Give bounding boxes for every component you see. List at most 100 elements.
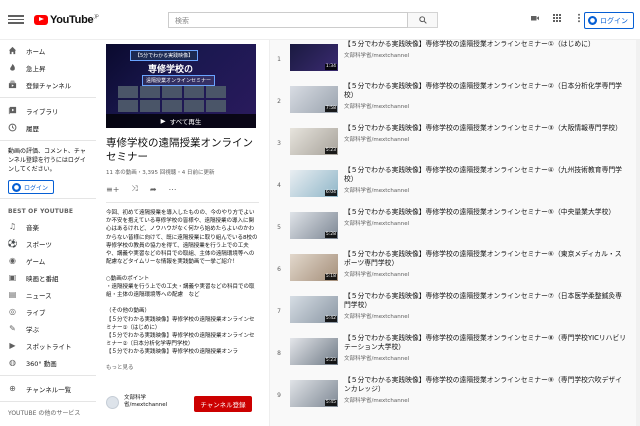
home-icon <box>8 46 17 55</box>
video-duration: 5:28 <box>324 232 337 238</box>
scrollbar[interactable] <box>636 40 640 426</box>
playlist-video-row[interactable]: 6 5:18 【５分でわかる実践映像】専修学校の遠隔授業オンラインセミナー⑥（東… <box>272 250 640 292</box>
thumbnail-badge: 【5分でわかる実践映像】 <box>130 50 199 61</box>
subscribe-button[interactable]: チャンネル登録 <box>194 396 252 412</box>
video-camera-icon[interactable] <box>530 13 540 23</box>
playlist-description: 今回、初めて遠隔授業を導入したものの、今のやり方でよいか不安を抱えている専修学校… <box>106 210 258 356</box>
sidebar-item-library[interactable]: ライブラリ <box>0 102 96 119</box>
video-thumbnail[interactable]: 5:42 <box>290 296 338 323</box>
sidebar-item-channels[interactable]: ⊕ チャンネル一覧 <box>0 380 96 397</box>
video-channel[interactable]: 文部科学省/mextchannel <box>344 354 628 362</box>
sidebar-item-subscriptions[interactable]: 登録チャンネル <box>0 76 96 93</box>
video-duration: 5:18 <box>324 274 337 280</box>
share-icon[interactable]: ➦ <box>150 185 157 194</box>
video-title[interactable]: 【５分でわかる実践映像】専修学校の遠隔授業オンラインセミナー③（大阪情報専門学校… <box>344 124 628 133</box>
video-title[interactable]: 【５分でわかる実践映像】専修学校の遠隔授業オンラインセミナー①（はじめに） <box>344 40 628 49</box>
video-index: 2 <box>277 98 281 105</box>
video-title[interactable]: 【５分でわかる実践映像】専修学校の遠隔授業オンラインセミナー⑧（専門学校YICリ… <box>344 334 628 352</box>
channel-avatar <box>106 395 119 409</box>
sidebar-item-label: ホーム <box>26 47 46 56</box>
sidebar-divider <box>0 140 96 141</box>
youtube-logo[interactable]: YouTubeJP <box>34 14 99 26</box>
playlist-stats: 11 本の動画・3,395 回視聴・4 日前に更新 <box>106 170 215 176</box>
sidebar-divider <box>0 97 96 98</box>
video-channel[interactable]: 文部科学省/mextchannel <box>344 270 628 278</box>
video-duration: 5:23 <box>324 148 337 154</box>
sidebar-item-movies[interactable]: ▣ 映画と番組 <box>0 269 96 286</box>
video-thumbnail[interactable]: 5:45 <box>290 380 338 407</box>
video-channel[interactable]: 文部科学省/mextchannel <box>344 186 628 194</box>
video-title[interactable]: 【５分でわかる実践映像】専修学校の遠隔授業オンラインセミナー⑥（東京メディカル・… <box>344 250 628 268</box>
video-thumbnail[interactable]: 5:23 <box>290 338 338 365</box>
sidebar-item-360[interactable]: ◍ 360° 動画 <box>0 354 96 371</box>
360-icon: ◍ <box>9 358 16 367</box>
news-icon: ▤ <box>8 290 17 299</box>
sidebar-item-live[interactable]: ◎ ライブ <box>0 303 96 320</box>
video-index: 9 <box>277 392 281 399</box>
playlist-video-row[interactable]: 4 6:04 【５分でわかる実践映像】専修学校の遠隔授業オンラインセミナー④（九… <box>272 166 640 208</box>
play-icon: ▶ <box>160 117 166 125</box>
video-thumbnail[interactable]: 5:23 <box>290 128 338 155</box>
sidebar-item-home[interactable]: ホーム <box>0 42 96 59</box>
video-channel[interactable]: 文部科学省/mextchannel <box>344 396 628 404</box>
play-all-button[interactable]: ▶ すべて再生 <box>106 114 256 128</box>
video-index: 8 <box>277 350 281 357</box>
video-title[interactable]: 【５分でわかる実践映像】専修学校の遠隔授業オンラインセミナー⑤（中央量業大学校） <box>344 208 628 217</box>
sidebar-item-history[interactable]: 履歴 <box>0 119 96 136</box>
show-more-link[interactable]: もっと見る <box>106 363 259 371</box>
playlist-video-row[interactable]: 8 5:23 【５分でわかる実践映像】専修学校の遠隔授業オンラインセミナー⑧（専… <box>272 334 640 376</box>
video-duration: 6:04 <box>324 190 337 196</box>
sidebar-item-gaming[interactable]: ◉ ゲーム <box>0 252 96 269</box>
login-label: ログイン <box>600 16 628 25</box>
video-title[interactable]: 【５分でわかる実践映像】専修学校の遠隔授業オンラインセミナー⑨（専門学校穴吹デザ… <box>344 376 628 394</box>
sidebar-item-trending[interactable]: 急上昇 <box>0 59 96 76</box>
video-title[interactable]: 【５分でわかる実践映像】専修学校の遠隔授業オンラインセミナー④（九州技術教育専門… <box>344 166 628 184</box>
video-title[interactable]: 【５分でわかる実践映像】専修学校の遠隔授業オンラインセミナー②（日本分析化学専門… <box>344 82 628 100</box>
video-thumbnail[interactable]: 1:34 <box>290 44 338 71</box>
sidebar-item-label: 映画と番組 <box>26 274 59 283</box>
video-thumbnail[interactable]: 5:18 <box>290 254 338 281</box>
sidebar-login-button[interactable]: ● ログイン <box>8 180 54 194</box>
best-of-youtube-heading: BEST OF YOUTUBE <box>8 208 74 215</box>
video-thumbnail[interactable]: 6:04 <box>290 170 338 197</box>
sidebar-item-label: 履歴 <box>26 124 39 133</box>
sidebar-item-label: ライブ <box>26 308 46 317</box>
video-channel[interactable]: 文部科学省/mextchannel <box>344 135 628 143</box>
video-channel[interactable]: 文部科学省/mextchannel <box>344 102 628 110</box>
youtube-play-icon <box>34 14 48 25</box>
more-vert-icon[interactable] <box>574 13 584 23</box>
video-channel[interactable]: 文部科学省/mextchannel <box>344 312 628 320</box>
hamburger-menu-icon[interactable] <box>8 15 24 24</box>
sidebar-item-news[interactable]: ▤ ニュース <box>0 286 96 303</box>
search-input[interactable]: 検索 <box>168 12 408 28</box>
more-horiz-icon[interactable]: ⋯ <box>169 185 177 194</box>
playlist-thumbnail[interactable]: 【5分でわかる実践映像】 専修学校の 遠隔授業オンラインセミナー ▶ すべて再生 <box>106 44 256 128</box>
apps-grid-icon[interactable] <box>552 13 562 23</box>
playlist-video-row[interactable]: 5 5:28 【５分でわかる実践映像】専修学校の遠隔授業オンラインセミナー⑤（中… <box>272 208 640 250</box>
playlist-divider <box>106 202 259 203</box>
search-button[interactable] <box>408 12 438 28</box>
playlist-video-row[interactable]: 7 5:42 【５分でわかる実践映像】専修学校の遠隔授業オンラインセミナー⑦（日… <box>272 292 640 334</box>
logo-region: JP <box>93 13 99 20</box>
video-thumbnail[interactable]: 7:58 <box>290 86 338 113</box>
sidebar-item-spotlight[interactable]: ▶ スポットライト <box>0 337 96 354</box>
thumbnail-video-grid <box>118 86 226 112</box>
video-title[interactable]: 【５分でわかる実践映像】専修学校の遠隔授業オンラインセミナー⑦（日本医学柔整鍼灸… <box>344 292 628 310</box>
playlist-video-row[interactable]: 9 5:45 【５分でわかる実践映像】専修学校の遠隔授業オンラインセミナー⑨（専… <box>272 376 640 418</box>
video-duration: 7:58 <box>324 106 337 112</box>
playlist-video-row[interactable]: 2 7:58 【５分でわかる実践映像】専修学校の遠隔授業オンラインセミナー②（日… <box>272 82 640 124</box>
video-channel[interactable]: 文部科学省/mextchannel <box>344 219 628 227</box>
playlist-video-row[interactable]: 3 5:23 【５分でわかる実践映像】専修学校の遠隔授業オンラインセミナー③（大… <box>272 124 640 166</box>
playlist-video-row[interactable]: 1 1:34 【５分でわかる実践映像】専修学校の遠隔授業オンラインセミナー①（は… <box>272 40 640 82</box>
channel-name: 文部科学省/mextchannel <box>124 395 168 408</box>
shuffle-icon[interactable]: ⤨ <box>131 184 137 194</box>
video-channel[interactable]: 文部科学省/mextchannel <box>344 51 628 59</box>
add-to-queue-icon[interactable]: ≡+ <box>106 185 119 194</box>
channel-owner[interactable]: 文部科学省/mextchannel <box>106 395 168 409</box>
login-button[interactable]: ● ログイン <box>584 12 634 29</box>
sidebar-item-sports[interactable]: ⚽ スポーツ <box>0 235 96 252</box>
sidebar-item-learning[interactable]: ✎ 学ぶ <box>0 320 96 337</box>
account-icon: ● <box>588 16 597 25</box>
sidebar-item-music[interactable]: ♫ 音楽 <box>0 218 96 235</box>
video-thumbnail[interactable]: 5:28 <box>290 212 338 239</box>
